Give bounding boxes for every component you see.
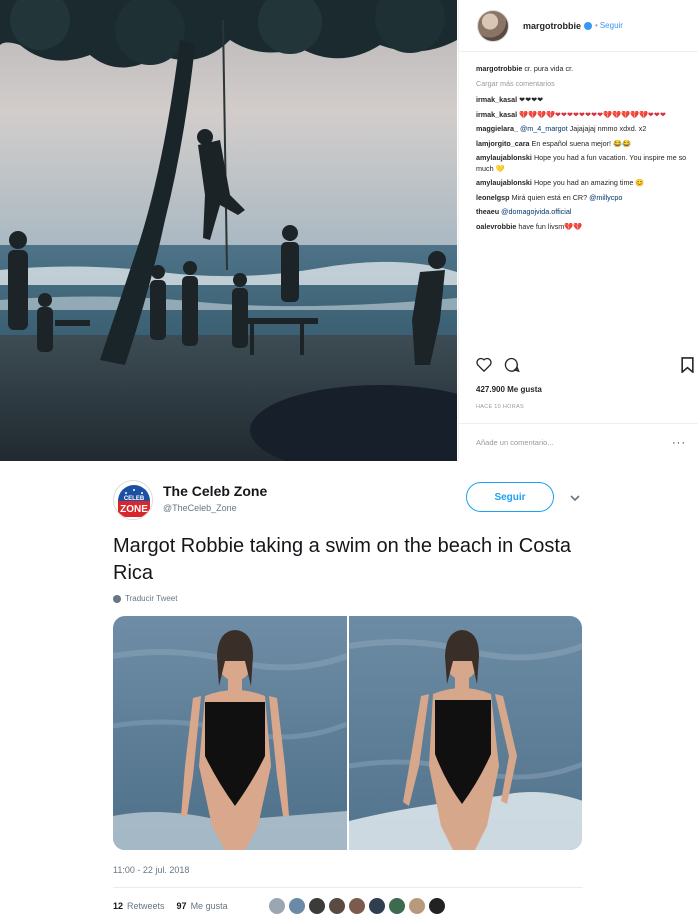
comment-user[interactable]: theaeu [476,207,499,216]
avatar[interactable] [388,897,406,915]
comment-user[interactable]: irmak_kasal [476,95,517,104]
comment-user[interactable]: amylaujablonski [476,153,532,162]
retweets-count[interactable]: 12 [113,901,123,911]
tweet-photo-left[interactable] [113,616,347,850]
post-actions [476,357,694,379]
comment-user[interactable]: amylaujablonski [476,178,532,187]
post-date: HACE 10 HORAS [476,404,524,410]
heart-icon[interactable] [476,357,492,377]
divider [113,887,583,888]
post-header: margotrobbie • Seguir [459,0,698,52]
likes-label[interactable]: Me gusta [191,901,228,911]
comment-mention[interactable]: @domagojvida.official [501,207,571,216]
translate-label: Traducir Tweet [125,594,178,603]
comment-text: Jajajajaj nmmo xdxd. x2 [569,124,647,133]
avatar[interactable] [428,897,446,915]
avatar[interactable] [408,897,426,915]
comment-user[interactable]: leonelgsp [476,193,510,202]
avatar[interactable] [477,9,509,42]
chevron-down-icon[interactable] [569,491,581,503]
comment-item: oalevrobbie have fun livsm💔💔 [476,222,690,233]
follow-link[interactable]: Seguir [600,21,623,30]
add-comment-input[interactable]: Añade un comentario... [476,438,554,447]
avatar[interactable] [308,897,326,915]
comment-item: irmak_kasal ❤❤❤❤ [476,95,690,106]
avatar[interactable] [288,897,306,915]
tweet-photo-right[interactable] [348,616,582,850]
comment-text: 💔💔💔💔❤❤❤❤❤❤❤❤💔💔💔💔💔❤❤❤ [519,109,666,119]
verified-badge-icon [584,21,593,30]
tweet-stats: 12 Retweets 97 Me gusta [113,901,228,911]
comment-text: have fun livsm💔💔 [518,221,583,231]
comment-icon[interactable] [504,357,520,377]
retweets-label[interactable]: Retweets [127,901,165,911]
caption-user[interactable]: margotrobbie [476,64,522,73]
avatar[interactable] [268,897,286,915]
comment-item: theaeu @domagojvida.official [476,207,690,218]
comment-user[interactable]: maggielara_ [476,124,518,133]
more-options-icon[interactable]: ··· [672,437,686,449]
tweet-timestamp[interactable]: 11:00 - 22 jul. 2018 [113,865,189,875]
comment-item: lamjorgito_cara En español suena mejor! … [476,139,690,150]
comment-item: leonelgsp Mirá quien está en CR? @millyc… [476,193,690,204]
logo-text-bottom: ZONE [120,504,148,515]
avatar[interactable] [328,897,346,915]
likes-count[interactable]: 427.900 Me gusta [476,385,542,394]
avatar[interactable] [368,897,386,915]
comment-user[interactable]: irmak_kasal [476,110,517,119]
comment-item: amylaujablonski Hope you had an amazing … [476,178,690,189]
comment-item: maggielara_ @m_4_margot Jajajajaj nmmo x… [476,124,690,135]
comment-text: Mirá quien está en CR? [511,192,588,202]
caption: margotrobbie cr. pura vida cr. [476,64,690,75]
account-name[interactable]: The Celeb Zone [163,483,267,499]
dot-separator: • [595,21,598,30]
liker-avatars [268,897,446,915]
tweet-card: CELEB ZONE The Celeb Zone @TheCeleb_Zone… [0,461,698,918]
instagram-side-panel: margotrobbie • Seguir margotrobbie cr. p… [458,0,698,461]
comment-text: ❤❤❤❤ [519,95,544,104]
logo-text-top: CELEB [124,496,145,502]
likes-count[interactable]: 97 [177,901,187,911]
comment-mention[interactable]: @m_4_margot [520,124,568,133]
avatar[interactable] [348,897,366,915]
follow-button[interactable]: Seguir [466,482,554,512]
comment-user[interactable]: oalevrobbie [476,222,516,231]
caption-text: cr. pura vida cr. [524,64,574,73]
comment-mention[interactable]: @millycpo [589,193,622,202]
account-logo[interactable]: CELEB ZONE [113,480,153,520]
add-comment-bar: Añade un comentario... ··· [459,423,698,461]
tweet-text: Margot Robbie taking a swim on the beach… [113,535,572,584]
bookmark-icon[interactable] [681,357,694,378]
load-more-comments[interactable]: Cargar más comentarios [476,79,690,90]
instagram-post-photo [0,0,457,461]
globe-icon [113,594,121,603]
post-username[interactable]: margotrobbie [523,21,581,31]
comments-list: margotrobbie cr. pura vida cr. Cargar má… [476,64,690,236]
comment-item: amylaujablonski Hope you had a fun vacat… [476,153,690,174]
translate-tweet-link[interactable]: Traducir Tweet [113,594,177,603]
comment-text: En español suena mejor! 😂😂 [531,138,631,148]
comment-text: Hope you had an amazing time 😊 [533,178,645,187]
comment-user[interactable]: lamjorgito_cara [476,139,530,148]
comment-item: irmak_kasal 💔💔💔💔❤❤❤❤❤❤❤❤💔💔💔💔💔❤❤❤ [476,110,690,121]
account-handle[interactable]: @TheCeleb_Zone [163,503,237,513]
tweet-media[interactable] [113,616,582,850]
